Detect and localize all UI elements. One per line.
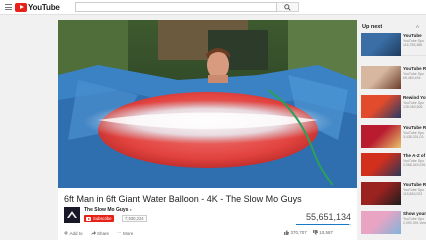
search-input[interactable] — [75, 2, 277, 12]
more-icon: ⋯ — [117, 230, 122, 235]
more-label: More — [123, 230, 134, 236]
related-video-thumbnail[interactable] — [361, 182, 401, 205]
play-logo-icon — [15, 3, 27, 12]
youtube-icon — [86, 216, 91, 221]
related-video-thumbnail[interactable] — [361, 66, 401, 89]
like-count: 370,707 — [290, 230, 307, 235]
related-video-item[interactable]: Rewind You YouTube Spo 128,060,826 — [361, 95, 426, 122]
like-button[interactable]: 370,707 — [284, 230, 307, 235]
related-video-views: 2,068,349,026 — [403, 163, 426, 167]
share-button[interactable]: Share — [90, 230, 110, 236]
related-video-item[interactable]: YouTube YouTube Spo 116,785,486 — [361, 33, 426, 60]
view-count: 55,651,134 — [305, 212, 351, 222]
related-video-thumbnail[interactable] — [361, 153, 401, 176]
related-video-views: 2,090,391 views — [403, 221, 426, 225]
related-video-views: 65,460,494 — [403, 76, 421, 80]
thumbs-up-icon — [284, 230, 289, 235]
thumbs-down-icon — [312, 230, 318, 235]
like-ratio-fill — [296, 224, 350, 225]
search-button[interactable] — [277, 2, 299, 12]
add-to-label: Add to — [69, 230, 83, 236]
channel-logo-icon — [64, 207, 80, 223]
subscribe-button[interactable]: Subscribe — [84, 215, 114, 222]
related-video-thumbnail[interactable] — [361, 95, 401, 118]
related-video-views: 115,563,023 — [403, 192, 423, 196]
related-video-title[interactable]: The A-Z of — [403, 153, 425, 158]
related-video-item[interactable]: The A-Z of YouTube Spo 2,068,349,026 — [361, 153, 426, 180]
action-bar: Add to Share ⋯ More — [64, 230, 133, 236]
subscribe-label: Subscribe — [93, 216, 112, 221]
menu-icon[interactable] — [5, 4, 12, 10]
related-video-title[interactable]: YouTube R — [403, 125, 426, 130]
page: YouTube 6ft Man in 6ft Giant Water Ballo… — [0, 0, 426, 240]
share-icon — [90, 231, 96, 235]
video-info: 6ft Man in 6ft Giant Water Balloon - 4K … — [58, 188, 357, 240]
related-video-item[interactable]: Show your pYouTube Spo2,090,391 views — [361, 211, 426, 238]
related-video-views: 3,438,331,03 — [403, 135, 424, 139]
rating-bar: 370,707 10,587 — [284, 230, 333, 235]
subscriber-count: 7,930,224 — [122, 215, 147, 222]
related-video-title[interactable]: Rewind You — [403, 95, 426, 100]
video-title: 6ft Man in 6ft Giant Water Balloon - 4K … — [64, 194, 302, 204]
related-video-views: 116,785,486 — [403, 43, 423, 47]
related-video-thumbnail[interactable] — [361, 33, 401, 56]
channel-avatar[interactable] — [64, 207, 80, 223]
search-icon — [284, 4, 291, 11]
autoplay-label[interactable]: A — [416, 24, 419, 29]
more-button[interactable]: ⋯ More — [117, 230, 133, 236]
channel-name[interactable]: The Slow Mo Guys● — [84, 207, 132, 213]
related-video-title[interactable]: YouTube — [403, 33, 422, 38]
like-ratio-bar — [296, 224, 351, 225]
video-player[interactable] — [58, 20, 357, 188]
dislike-count: 10,587 — [319, 230, 334, 235]
dislike-button[interactable]: 10,587 — [312, 230, 334, 235]
related-video-item[interactable]: YouTube R YouTube Spo 3,438,331,03 — [361, 125, 426, 152]
up-next-heading: Up next — [362, 24, 383, 30]
related-video-title[interactable]: Show your p — [403, 211, 426, 216]
related-video-item[interactable]: YouTube R YouTube Spo 115,563,023 — [361, 182, 426, 209]
plus-icon — [64, 231, 68, 235]
channel-name-text: The Slow Mo Guys — [84, 207, 129, 213]
youtube-logo[interactable]: YouTube — [15, 2, 60, 13]
related-video-title[interactable]: YouTube R — [403, 182, 426, 187]
related-video-item[interactable]: YouTube R YouTube Spo 65,460,494 — [361, 66, 426, 93]
share-label: Share — [97, 230, 110, 236]
masthead: YouTube — [0, 0, 426, 15]
related-video-title[interactable]: YouTube R — [403, 66, 426, 71]
video-frame — [58, 20, 357, 188]
verified-icon: ● — [129, 207, 132, 212]
add-to-button[interactable]: Add to — [64, 230, 83, 236]
related-video-thumbnail[interactable] — [361, 125, 401, 148]
logo-text: YouTube — [28, 3, 60, 12]
related-video-views: 128,060,826 — [403, 105, 423, 109]
related-video-thumbnail[interactable] — [361, 211, 401, 234]
